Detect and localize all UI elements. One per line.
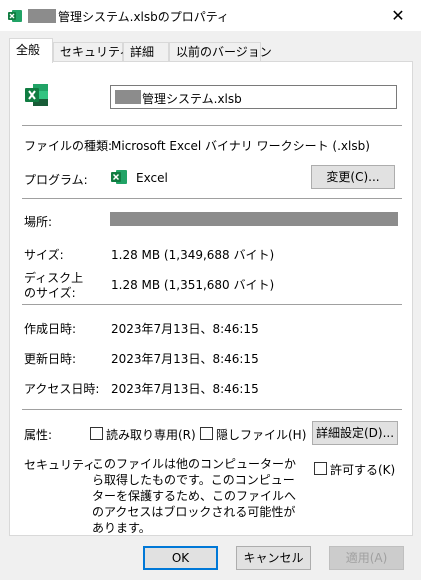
redacted-block (115, 90, 141, 104)
allow-label[interactable]: 許可する(K) (330, 461, 395, 478)
file-type-label: ファイルの種類: (24, 139, 113, 153)
size-value: 1.28 MB (1,349,688 バイト) (111, 248, 275, 262)
created-value: 2023年7月13日、8:46:15 (111, 322, 259, 336)
attributes-label: 属性: (24, 428, 53, 442)
excel-icon (8, 10, 22, 22)
file-name-text: 管理システム.xlsb (142, 92, 242, 106)
excel-icon (111, 170, 127, 184)
location-label: 場所: (24, 215, 53, 229)
cancel-button[interactable]: キャンセル (236, 546, 311, 570)
change-program-button[interactable]: 変更(C)... (311, 165, 395, 189)
program-label: プログラム: (24, 173, 88, 187)
allow-checkbox[interactable] (314, 462, 327, 475)
separator (22, 409, 402, 410)
security-message: このファイルは他のコンピューターから取得したものです。このコンピューターを保護す… (92, 457, 297, 535)
file-name-field[interactable]: 管理システム.xlsb (110, 85, 397, 109)
security-label: セキュリティ: (24, 458, 100, 472)
disk-size-label-line2: のサイズ: (24, 286, 76, 300)
separator (22, 125, 402, 126)
location-value-redacted (110, 212, 398, 226)
separator (22, 304, 402, 305)
advanced-settings-button[interactable]: 詳細設定(D)... (312, 421, 398, 445)
redacted-block (28, 9, 56, 23)
tab-general[interactable]: 全般 (9, 38, 53, 63)
accessed-value: 2023年7月13日、8:46:15 (111, 382, 259, 396)
tab-previous-versions[interactable]: 以前のバージョン (169, 42, 272, 62)
excel-file-icon (25, 84, 48, 106)
modified-label: 更新日時: (24, 352, 77, 366)
modified-value: 2023年7月13日、8:46:15 (111, 352, 259, 366)
tab-details[interactable]: 詳細 (123, 42, 169, 62)
general-panel: 管理システム.xlsb ファイルの種類: Microsoft Excel バイナ… (9, 61, 413, 536)
created-label: 作成日時: (24, 322, 77, 336)
size-label: サイズ: (24, 248, 64, 262)
ok-button[interactable]: OK (143, 546, 218, 570)
readonly-checkbox[interactable] (90, 427, 103, 440)
readonly-label[interactable]: 読み取り専用(R) (106, 426, 196, 443)
accessed-label: アクセス日時: (24, 382, 100, 396)
close-button[interactable]: ✕ (375, 0, 421, 31)
tab-security[interactable]: セキュリティ (53, 42, 131, 62)
title-bar: 管理システム.xlsbのプロパティ ✕ (0, 0, 421, 31)
hidden-checkbox[interactable] (200, 427, 213, 440)
disk-size-value: 1.28 MB (1,351,680 バイト) (111, 278, 275, 292)
hidden-label[interactable]: 隠しファイル(H) (216, 426, 306, 443)
separator (22, 198, 402, 199)
close-icon: ✕ (391, 6, 405, 25)
file-type-value: Microsoft Excel バイナリ ワークシート (.xlsb) (111, 139, 370, 153)
window-title: 管理システム.xlsbのプロパティ (58, 10, 230, 24)
apply-button[interactable]: 適用(A) (329, 546, 404, 570)
program-value: Excel (136, 171, 168, 185)
